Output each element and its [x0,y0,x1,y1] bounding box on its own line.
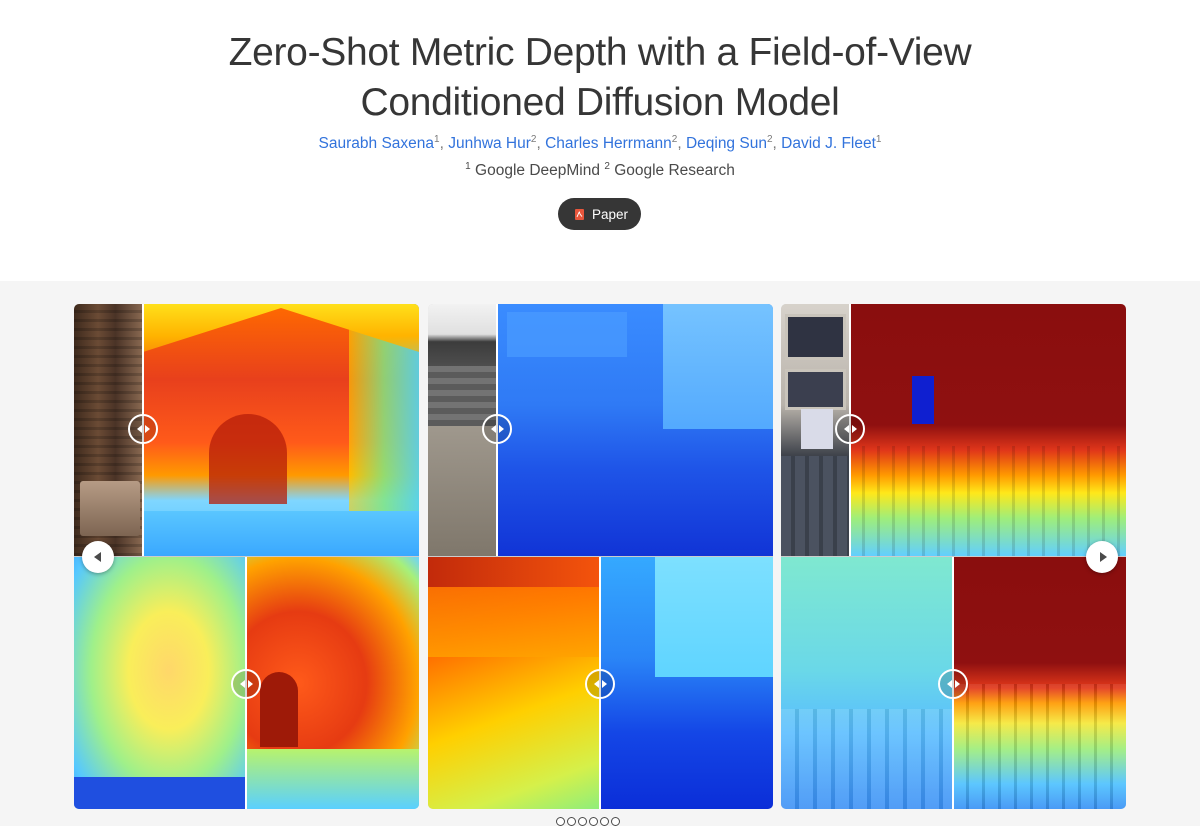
slider-handle[interactable] [938,669,968,699]
carousel-dot[interactable] [556,817,565,826]
ground-truth-depth [781,557,953,809]
arrow-right-icon [954,680,960,688]
chevron-left-icon [93,552,101,562]
chevron-right-icon [1099,552,1107,562]
arrow-left-icon [490,425,496,433]
author-separator: , [439,135,449,153]
affiliation-name: Google Research [614,162,735,180]
comparison-slider-top [781,304,1126,556]
carousel-pagination [556,817,620,826]
comparison-slider-bottom [781,557,1126,809]
depth-map [600,557,773,809]
carousel-prev-button[interactable] [82,541,114,573]
slider-handle[interactable] [482,414,512,444]
arrow-right-icon [851,425,857,433]
comparison-slider-bottom [74,557,419,809]
arrow-left-icon [593,680,599,688]
arrow-right-icon [498,425,504,433]
slider-handle[interactable] [835,414,865,444]
results-carousel [0,281,1200,826]
author-link[interactable]: David J. Fleet [781,135,876,152]
affiliations: 1 Google DeepMind 2 Google Research [0,161,1200,180]
comparison-card [428,304,773,809]
comparison-slider-top [428,304,773,556]
arrow-left-icon [239,680,245,688]
comparison-slider-top [74,304,419,556]
comparison-card [781,304,1126,809]
carousel-dot[interactable] [589,817,598,826]
slider-handle[interactable] [128,414,158,444]
arrow-left-icon [136,425,142,433]
arrow-left-icon [843,425,849,433]
depth-map [497,304,773,556]
arrow-right-icon [247,680,253,688]
author-link[interactable]: Charles Herrmann [545,135,672,152]
carousel-dot[interactable] [611,817,620,826]
paper-button-label: Paper [591,206,629,222]
comparison-slider-bottom [428,557,773,809]
paper-button[interactable]: Paper [558,198,641,230]
carousel-dot[interactable] [578,817,587,826]
header: Zero-Shot Metric Depth with a Field-of-V… [0,0,1200,281]
title-line-1: Zero-Shot Metric Depth with a Field-of-V… [228,31,972,74]
comparison-card [74,304,419,809]
arrow-right-icon [601,680,607,688]
pdf-icon [574,208,584,220]
depth-map [850,304,1126,556]
author-list: Saurabh Saxena1, Junhwa Hur2, Charles He… [0,134,1200,153]
slider-handle[interactable] [585,669,615,699]
author-link[interactable]: Deqing Sun [686,135,767,152]
slider-handle[interactable] [231,669,261,699]
author-link[interactable]: Saurabh Saxena [319,135,434,152]
arrow-right-icon [144,425,150,433]
affiliation-mark: 2 [604,161,610,172]
carousel-dot[interactable] [567,817,576,826]
depth-map [143,304,419,556]
affiliation-mark: 1 [465,161,471,172]
title-line-2: Conditioned Diffusion Model [360,81,840,124]
arrow-left-icon [946,680,952,688]
depth-map [953,557,1126,809]
page-title: Zero-Shot Metric Depth with a Field-of-V… [0,28,1200,128]
ground-truth-depth [74,557,246,809]
author-separator: , [536,135,546,153]
ground-truth-depth [428,557,600,809]
carousel-next-button[interactable] [1086,541,1118,573]
affiliation-name: Google DeepMind [475,162,600,180]
author-separator: , [677,135,686,153]
carousel-dot[interactable] [600,817,609,826]
depth-map [246,557,419,809]
author-affiliation-mark: 1 [875,134,882,145]
author-link[interactable]: Junhwa Hur [448,135,531,152]
author-separator: , [772,135,782,153]
